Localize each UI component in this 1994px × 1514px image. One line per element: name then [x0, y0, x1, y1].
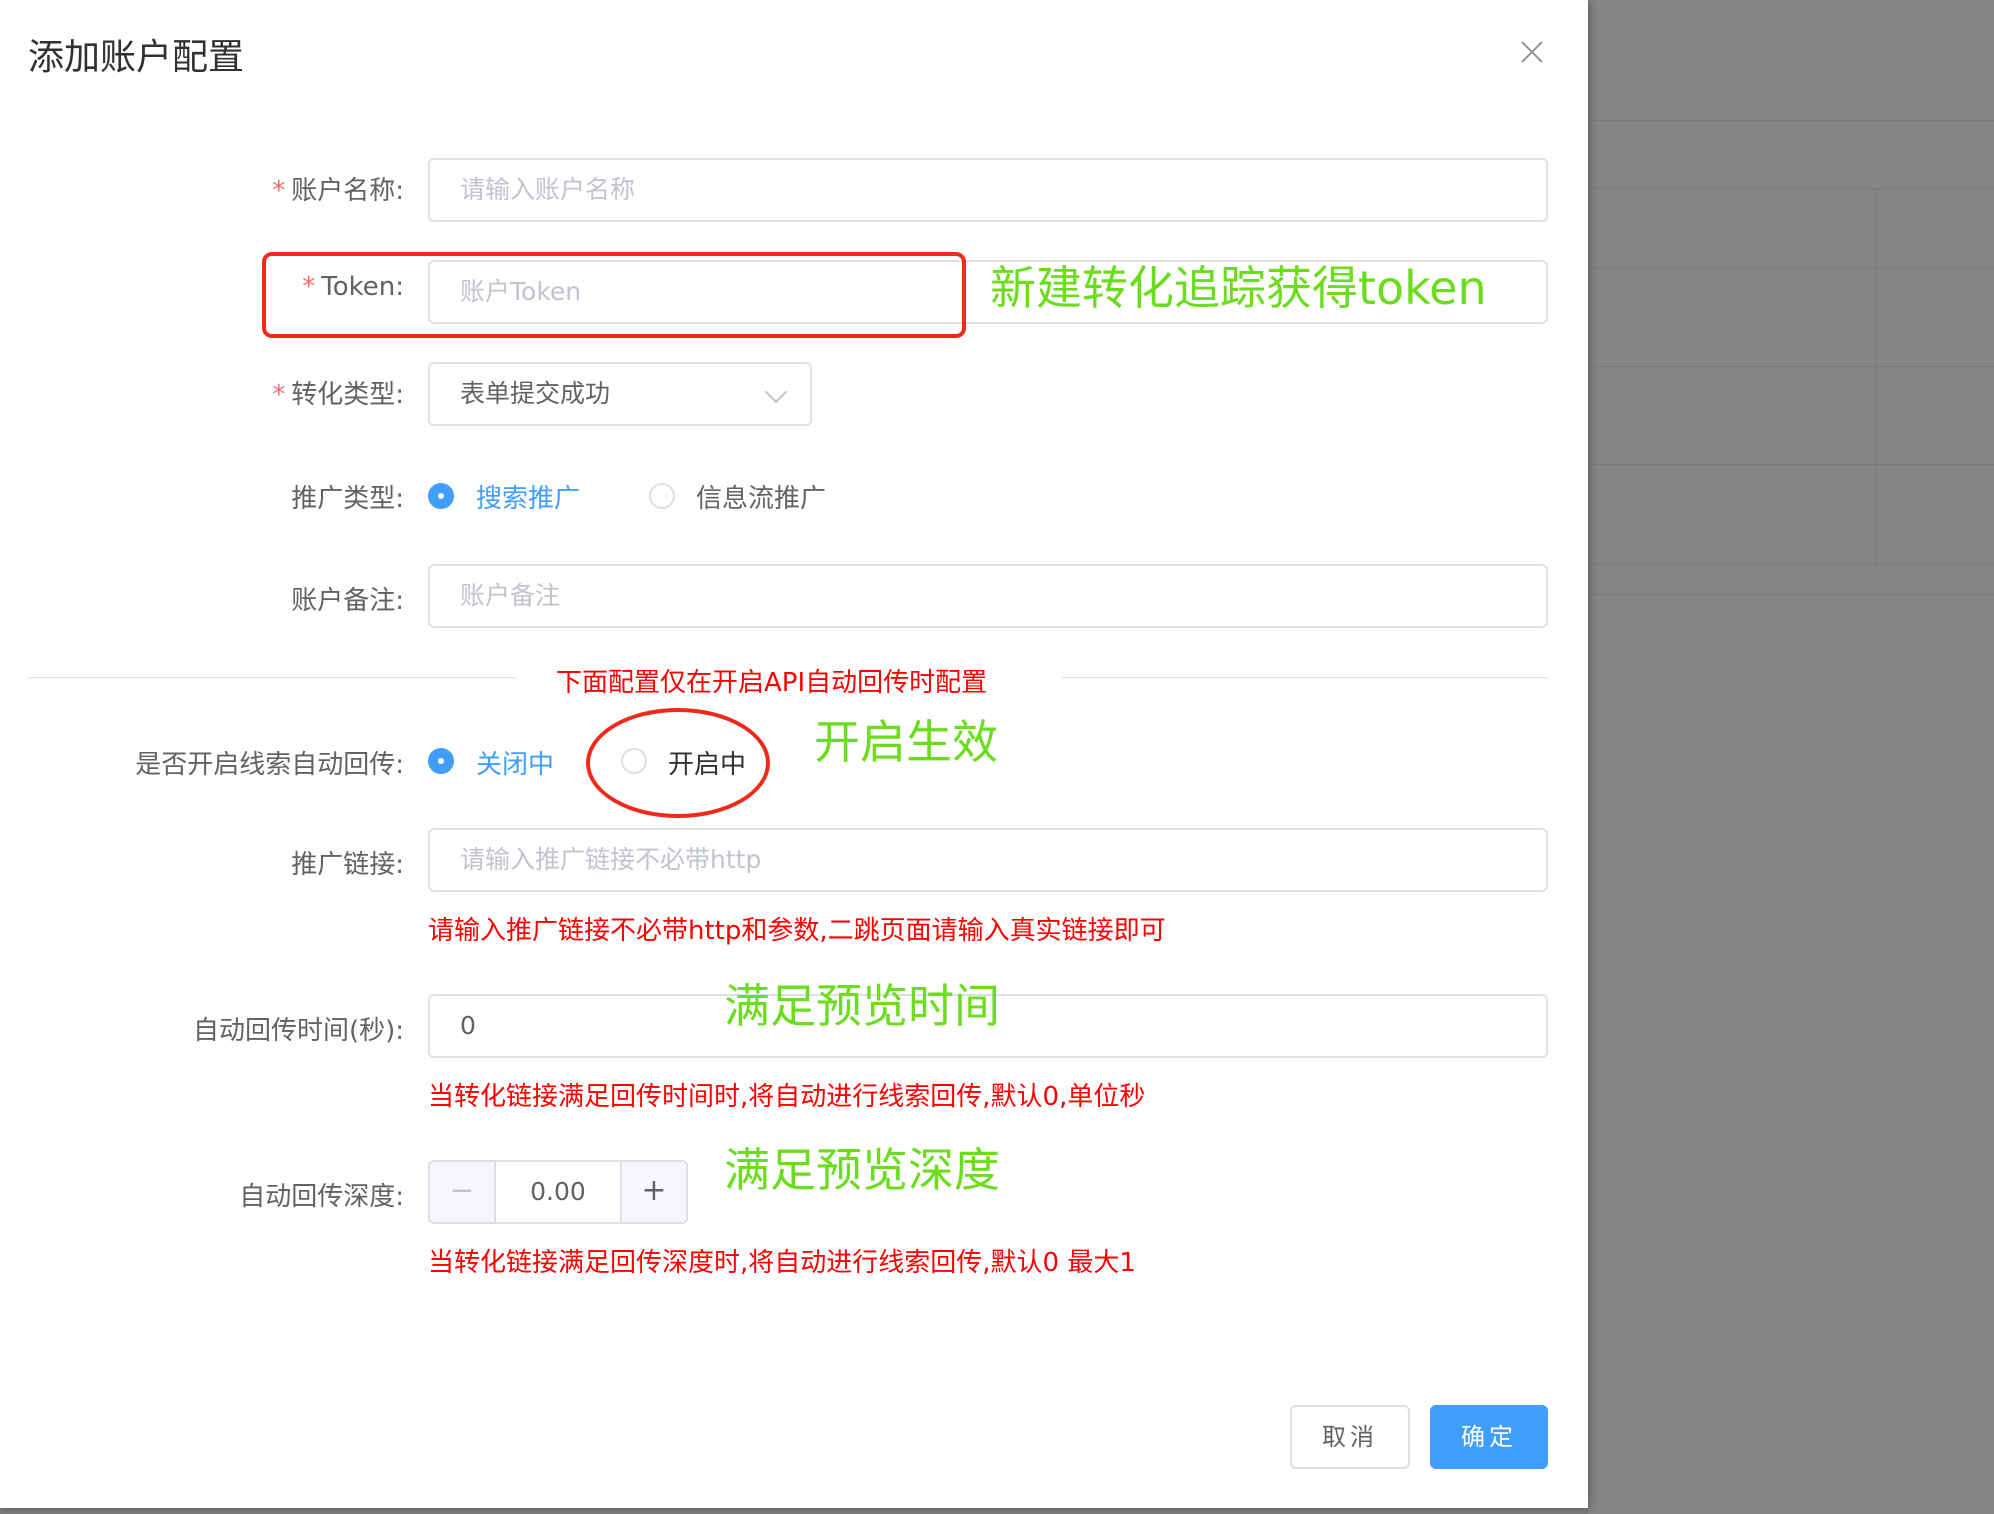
- cancel-button[interactable]: 取消: [1290, 1405, 1410, 1469]
- radio-feed-promotion-label[interactable]: 信息流推广: [696, 478, 826, 515]
- auto-callback-label: 是否开启线索自动回传:: [135, 750, 404, 780]
- divider-right: [1062, 677, 1548, 678]
- radio-callback-off[interactable]: [428, 748, 454, 774]
- callback-depth-value[interactable]: 0.00: [496, 1162, 620, 1222]
- background-divider: [1588, 366, 1994, 367]
- background-divider: [1588, 188, 1994, 189]
- background-divider: [1588, 594, 1994, 595]
- dialog-title: 添加账户配置: [28, 37, 245, 78]
- token-highlight-box: [262, 252, 966, 338]
- conversion-type-value: 表单提交成功: [460, 379, 611, 408]
- confirm-button[interactable]: 确定: [1430, 1405, 1548, 1469]
- increment-button[interactable]: +: [620, 1162, 686, 1222]
- divider-left: [28, 677, 516, 678]
- enable-annotation: 开启生效: [814, 715, 998, 769]
- promotion-type-label: 推广类型:: [291, 484, 404, 514]
- promo-link-label: 推广链接:: [291, 850, 404, 880]
- close-icon[interactable]: [1516, 36, 1548, 68]
- conversion-type-label: * 转化类型:: [272, 380, 404, 410]
- decrement-button[interactable]: −: [430, 1162, 496, 1222]
- callback-depth-hint: 当转化链接满足回传深度时,将自动进行线索回传,默认0 最大1: [428, 1248, 1136, 1278]
- promo-link-input[interactable]: 请输入推广链接不必带http: [428, 828, 1548, 892]
- account-name-label: * 账户名称:: [272, 176, 404, 206]
- radio-search-promotion[interactable]: [428, 483, 454, 509]
- radio-callback-off-label[interactable]: 关闭中: [476, 744, 554, 781]
- background-divider: [1588, 120, 1994, 121]
- background-column-divider: [1875, 188, 1876, 564]
- promo-link-hint: 请输入推广链接不必带http和参数,二跳页面请输入真实链接即可: [428, 916, 1166, 946]
- background-divider: [1588, 564, 1994, 565]
- account-name-input[interactable]: 请输入账户名称: [428, 158, 1548, 222]
- required-star: *: [272, 176, 286, 206]
- divider-text: 下面配置仅在开启API自动回传时配置: [556, 668, 988, 698]
- radio-feed-promotion[interactable]: [649, 483, 675, 509]
- callback-depth-stepper: − 0.00 +: [428, 1160, 688, 1224]
- radio-search-promotion-label[interactable]: 搜索推广: [476, 478, 580, 515]
- callback-depth-label: 自动回传深度:: [239, 1182, 404, 1212]
- enable-highlight-ellipse: [586, 708, 770, 818]
- background-divider: [1588, 464, 1994, 465]
- account-note-label: 账户备注:: [291, 586, 404, 616]
- callback-time-hint: 当转化链接满足回传时间时,将自动进行线索回传,默认0,单位秒: [428, 1082, 1146, 1112]
- background-table: [1588, 0, 1994, 1514]
- account-note-input[interactable]: 账户备注: [428, 564, 1548, 628]
- time-annotation: 满足预览时间: [724, 979, 1000, 1033]
- background-divider: [1588, 268, 1994, 269]
- callback-time-label: 自动回传时间(秒):: [192, 1016, 404, 1046]
- depth-annotation: 满足预览深度: [724, 1143, 1000, 1197]
- chevron-down-icon: [764, 380, 788, 404]
- token-annotation: 新建转化追踪获得token: [990, 261, 1487, 315]
- add-account-dialog: 添加账户配置 * 账户名称: 请输入账户名称 * Token: 账户Token * 转…: [0, 0, 1588, 1508]
- required-star: *: [272, 380, 286, 410]
- conversion-type-select[interactable]: 表单提交成功: [428, 362, 812, 426]
